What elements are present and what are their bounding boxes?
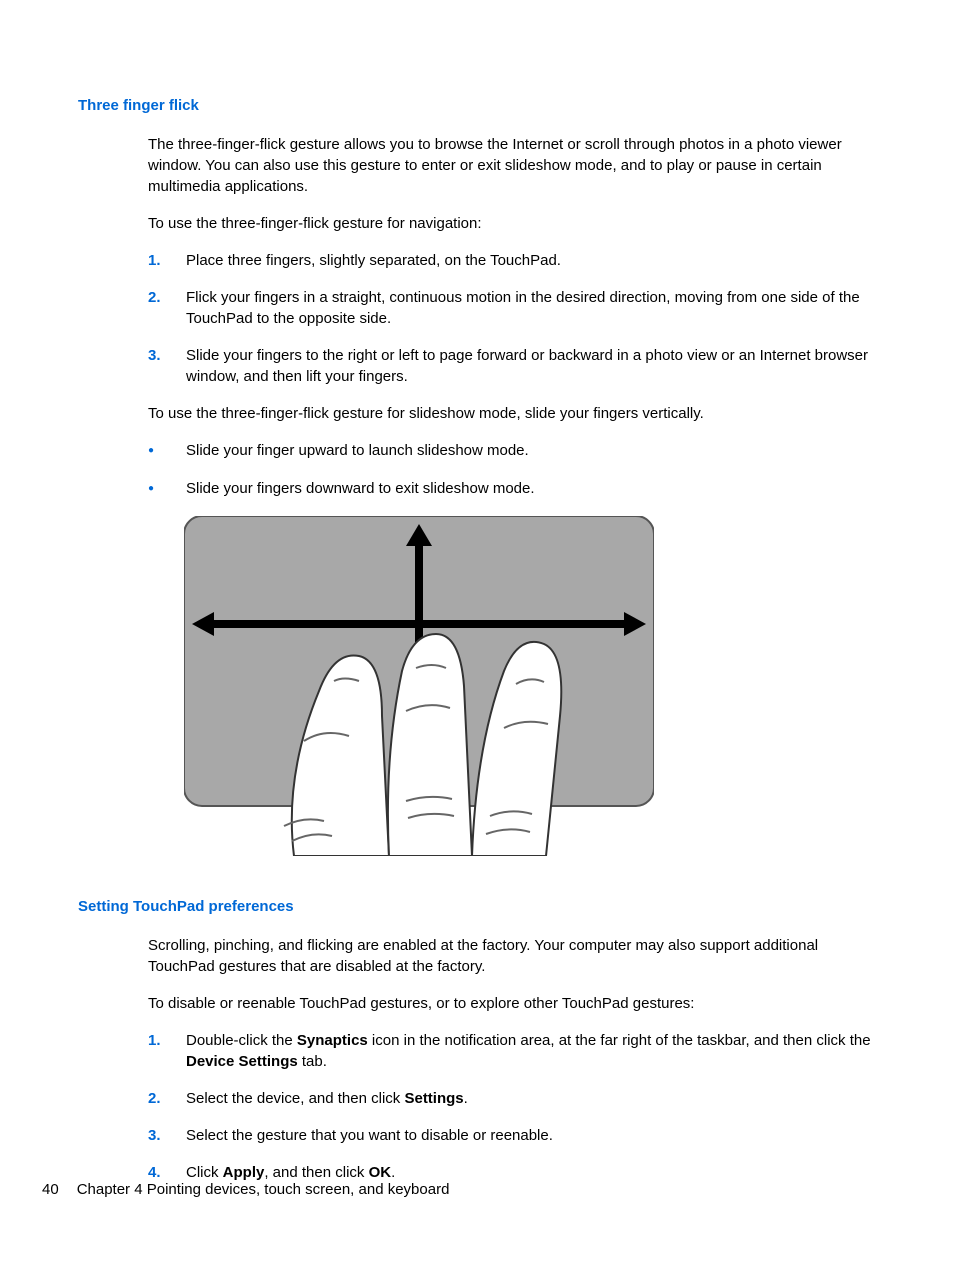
page-footer: 40 Chapter 4 Pointing devices, touch scre… [42,1179,449,1200]
list-item: 3. Slide your fingers to the right or le… [148,345,876,387]
list-item: 3. Select the gesture that you want to d… [148,1125,876,1146]
step-text: Flick your fingers in a straight, contin… [186,287,876,329]
section-heading-touchpad-prefs: Setting TouchPad preferences [78,896,876,917]
step-text: Place three fingers, slightly separated,… [186,250,876,271]
step-text: Double-click the Synaptics icon in the n… [186,1030,876,1072]
prefs-intro-paragraph: Scrolling, pinching, and flicking are en… [148,935,876,977]
page-number: 40 [42,1179,59,1200]
touchpad-illustration [184,516,876,862]
list-item: 2. Select the device, and then click Set… [148,1088,876,1109]
bullet-text: Slide your finger upward to launch slide… [186,440,529,461]
step-number: 3. [148,345,186,387]
list-item: ● Slide your finger upward to launch sli… [148,440,876,462]
bullet-icon: ● [148,440,186,462]
prefs-steps-list: 1. Double-click the Synaptics icon in th… [148,1030,876,1183]
chapter-title: Chapter 4 Pointing devices, touch screen… [77,1181,450,1198]
nav-lead-paragraph: To use the three-finger-flick gesture fo… [148,213,876,234]
step-number: 2. [148,287,186,329]
list-item: 1. Place three fingers, slightly separat… [148,250,876,271]
slideshow-bullets-list: ● Slide your finger upward to launch sli… [148,440,876,500]
intro-paragraph: The three-finger-flick gesture allows yo… [148,134,876,197]
bullet-icon: ● [148,478,186,500]
list-item: 1. Double-click the Synaptics icon in th… [148,1030,876,1072]
navigation-steps-list: 1. Place three fingers, slightly separat… [148,250,876,387]
step-text: Slide your fingers to the right or left … [186,345,876,387]
slideshow-lead-paragraph: To use the three-finger-flick gesture fo… [148,403,876,424]
list-item: ● Slide your fingers downward to exit sl… [148,478,876,500]
step-number: 1. [148,250,186,271]
bullet-text: Slide your fingers downward to exit slid… [186,478,535,499]
step-number: 1. [148,1030,186,1072]
step-text: Select the gesture that you want to disa… [186,1125,876,1146]
step-text: Select the device, and then click Settin… [186,1088,876,1109]
section-heading-three-finger-flick: Three finger flick [78,95,876,116]
prefs-lead-paragraph: To disable or reenable TouchPad gestures… [148,993,876,1014]
step-number: 2. [148,1088,186,1109]
step-number: 3. [148,1125,186,1146]
page-content: Three finger flick The three-finger-flic… [0,0,954,1183]
list-item: 2. Flick your fingers in a straight, con… [148,287,876,329]
